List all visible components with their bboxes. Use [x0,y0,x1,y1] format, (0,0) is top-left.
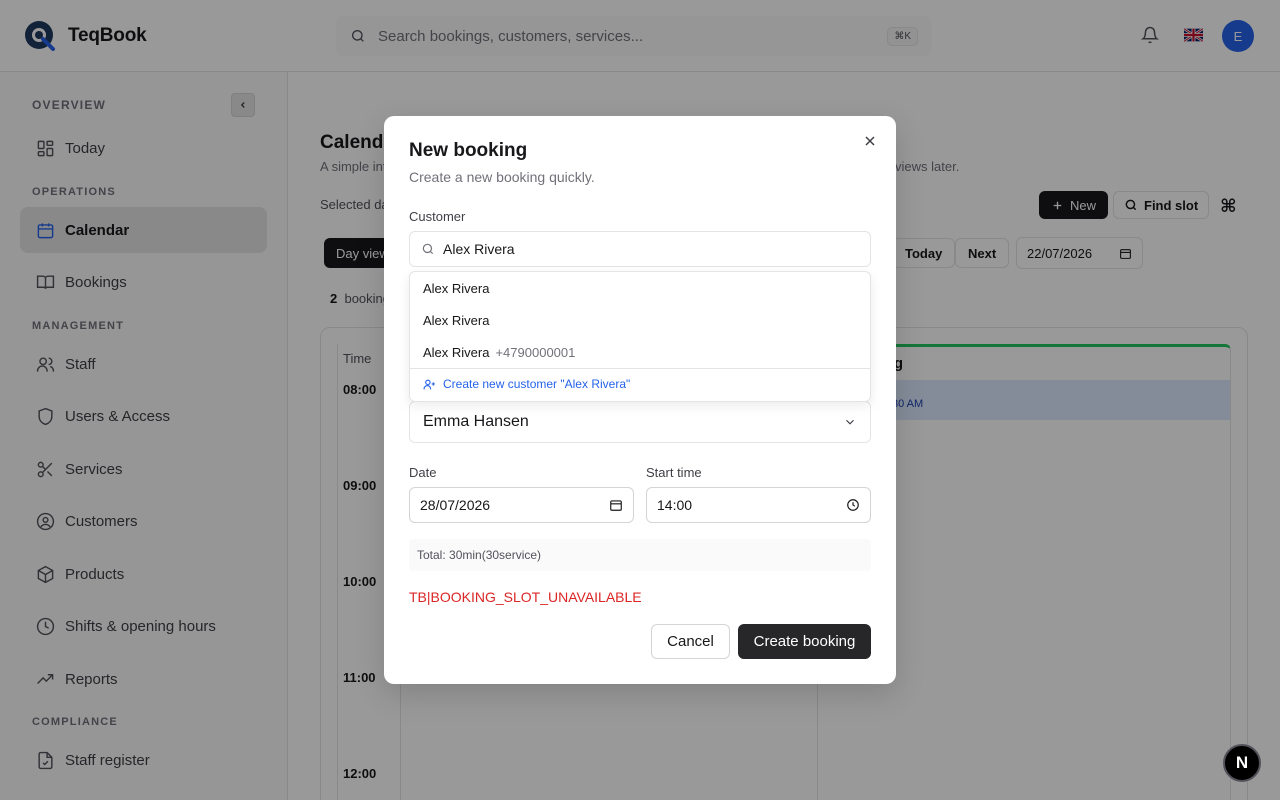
staff-select-value: Emma Hansen [423,413,529,430]
dialog-title: New booking [409,140,528,161]
date-input[interactable]: 28/07/2026 [409,487,634,523]
staff-select[interactable]: Emma Hansen [409,401,871,443]
customer-search-input[interactable]: Alex Rivera [409,231,871,267]
suggestion-name: Alex Rivera [423,313,490,328]
create-new-customer-label: Create new customer "Alex Rivera" [443,377,631,391]
customer-input-value: Alex Rivera [443,241,515,257]
total-summary: Total: 30min(30service) [409,539,871,571]
divider [410,368,870,369]
user-plus-icon [423,379,435,389]
chevron-down-icon [846,419,854,425]
customer-label: Customer [409,209,466,224]
search-icon [422,243,434,255]
cancel-button[interactable]: Cancel [651,624,730,659]
start-time-label: Start time [646,465,702,480]
error-message: TB|BOOKING_SLOT_UNAVAILABLE [409,589,642,605]
dev-tools-badge[interactable]: N [1223,744,1261,782]
create-new-customer-option[interactable]: Create new customer "Alex Rivera" [423,377,630,391]
suggestion-item[interactable]: Alex Rivera [423,313,489,328]
date-input-value: 28/07/2026 [420,497,491,513]
suggestion-name: Alex Rivera [423,345,490,360]
date-label: Date [409,465,437,480]
close-icon[interactable] [862,133,878,149]
calendar-icon[interactable] [609,498,623,512]
suggestion-item[interactable]: Alex Rivera +4790000001 [423,345,575,360]
suggestion-item[interactable]: Alex Rivera [423,281,489,296]
start-time-value: 14:00 [657,497,693,513]
suggestion-name: Alex Rivera [423,281,490,296]
create-booking-button[interactable]: Create booking [738,624,871,659]
new-booking-dialog: New booking Create a new booking quickly… [384,116,896,684]
clock-icon[interactable] [846,498,860,512]
suggestion-phone: +4790000001 [495,345,576,360]
dialog-subtitle: Create a new booking quickly. [409,169,595,185]
start-time-input[interactable]: 14:00 [646,487,871,523]
customer-suggestions: Alex Rivera Alex Rivera Alex Rivera +4790… [409,271,871,402]
